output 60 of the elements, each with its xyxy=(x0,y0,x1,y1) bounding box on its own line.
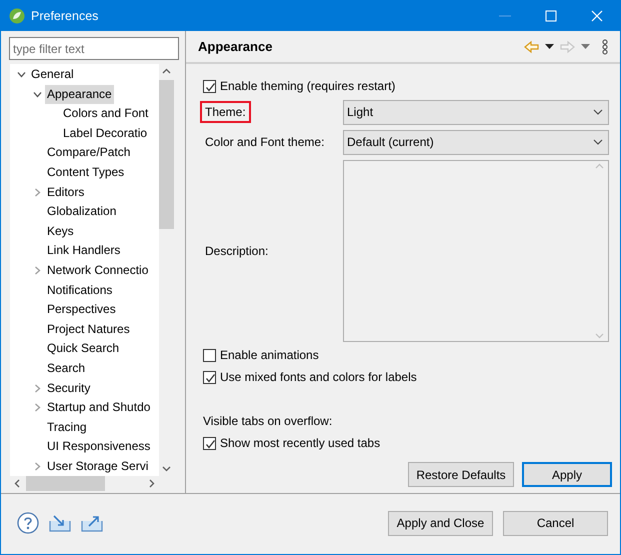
chevron-down-icon xyxy=(593,139,603,145)
tree-item[interactable]: Globalization xyxy=(45,202,118,222)
tree-item[interactable]: Quick Search xyxy=(45,339,122,359)
checkbox[interactable] xyxy=(203,348,216,362)
checkbox-label: Enable animations xyxy=(220,348,319,362)
dialog-button[interactable]: Cancel xyxy=(503,510,608,536)
dropdown[interactable]: Light xyxy=(343,100,609,124)
chevron-down-icon xyxy=(593,109,603,115)
tree-item[interactable]: Label Decoratio xyxy=(61,124,150,144)
field-label: Color and Font theme: xyxy=(204,134,326,151)
tree-item[interactable]: Compare/Patch xyxy=(45,143,132,163)
import-icon[interactable] xyxy=(49,514,71,532)
more-menu-icon[interactable] xyxy=(602,38,608,54)
scrollbar-thumb[interactable] xyxy=(159,80,174,229)
scrollbar-thumb[interactable] xyxy=(26,476,105,491)
checkbox[interactable] xyxy=(203,436,216,450)
tree-item[interactable]: Startup and Shutdo xyxy=(45,398,152,418)
page-button[interactable]: Apply xyxy=(522,462,612,487)
checkbox[interactable] xyxy=(203,370,216,384)
tree-item[interactable]: Editors xyxy=(45,182,86,202)
close-icon[interactable] xyxy=(591,10,603,22)
checkbox-label: Enable theming (requires restart) xyxy=(220,79,396,93)
tree-item[interactable]: Appearance xyxy=(45,84,114,104)
maximize-icon[interactable] xyxy=(545,10,557,22)
tree-item[interactable]: Notifications xyxy=(45,280,114,300)
scroll-down-icon xyxy=(595,332,604,338)
tree-item[interactable]: Network Connectio xyxy=(45,260,150,281)
tree-item[interactable]: UI Responsiveness xyxy=(45,437,152,457)
checkmark-icon xyxy=(204,372,215,382)
page-button[interactable]: Restore Defaults xyxy=(408,462,514,487)
checkbox-label: Use mixed fonts and colors for labels xyxy=(220,370,417,384)
field-label: Theme: xyxy=(200,101,251,123)
scroll-up-icon xyxy=(595,162,604,168)
checkmark-icon xyxy=(204,438,215,448)
dropdown-caret-icon[interactable] xyxy=(545,44,554,50)
checkmark-icon xyxy=(204,80,215,92)
tree-item[interactable]: Perspectives xyxy=(45,300,118,320)
tree-item[interactable]: Link Handlers xyxy=(45,241,122,261)
checkbox-label: Show most recently used tabs xyxy=(220,436,380,450)
export-icon[interactable] xyxy=(81,514,103,532)
tree-item[interactable]: User Storage Servi xyxy=(45,456,150,476)
tree-item[interactable]: Colors and Font xyxy=(61,104,150,124)
field-label: Description: xyxy=(204,242,270,260)
window-title: Preferences xyxy=(31,8,100,22)
filter-field[interactable]: type filter text xyxy=(9,37,179,60)
tree-item[interactable]: Project Natures xyxy=(45,320,132,340)
dropdown[interactable]: Default (current) xyxy=(343,130,609,154)
tree-item[interactable]: Search xyxy=(45,358,88,378)
dialog-button[interactable]: Apply and Close xyxy=(388,510,493,536)
back-arrow-icon[interactable] xyxy=(524,40,539,54)
checkbox[interactable] xyxy=(203,80,216,92)
page-title: Appearance xyxy=(198,39,274,54)
tree-item[interactable]: Keys xyxy=(45,222,76,242)
tree-item[interactable]: Content Types xyxy=(45,162,126,183)
tree-item[interactable]: Tracing xyxy=(45,418,89,438)
tree-item[interactable]: Security xyxy=(45,378,92,398)
tree-item[interactable]: General xyxy=(29,65,76,85)
section-label: Visible tabs on overflow: xyxy=(203,413,334,430)
help-icon[interactable] xyxy=(17,512,39,534)
app-logo-icon xyxy=(9,8,25,24)
